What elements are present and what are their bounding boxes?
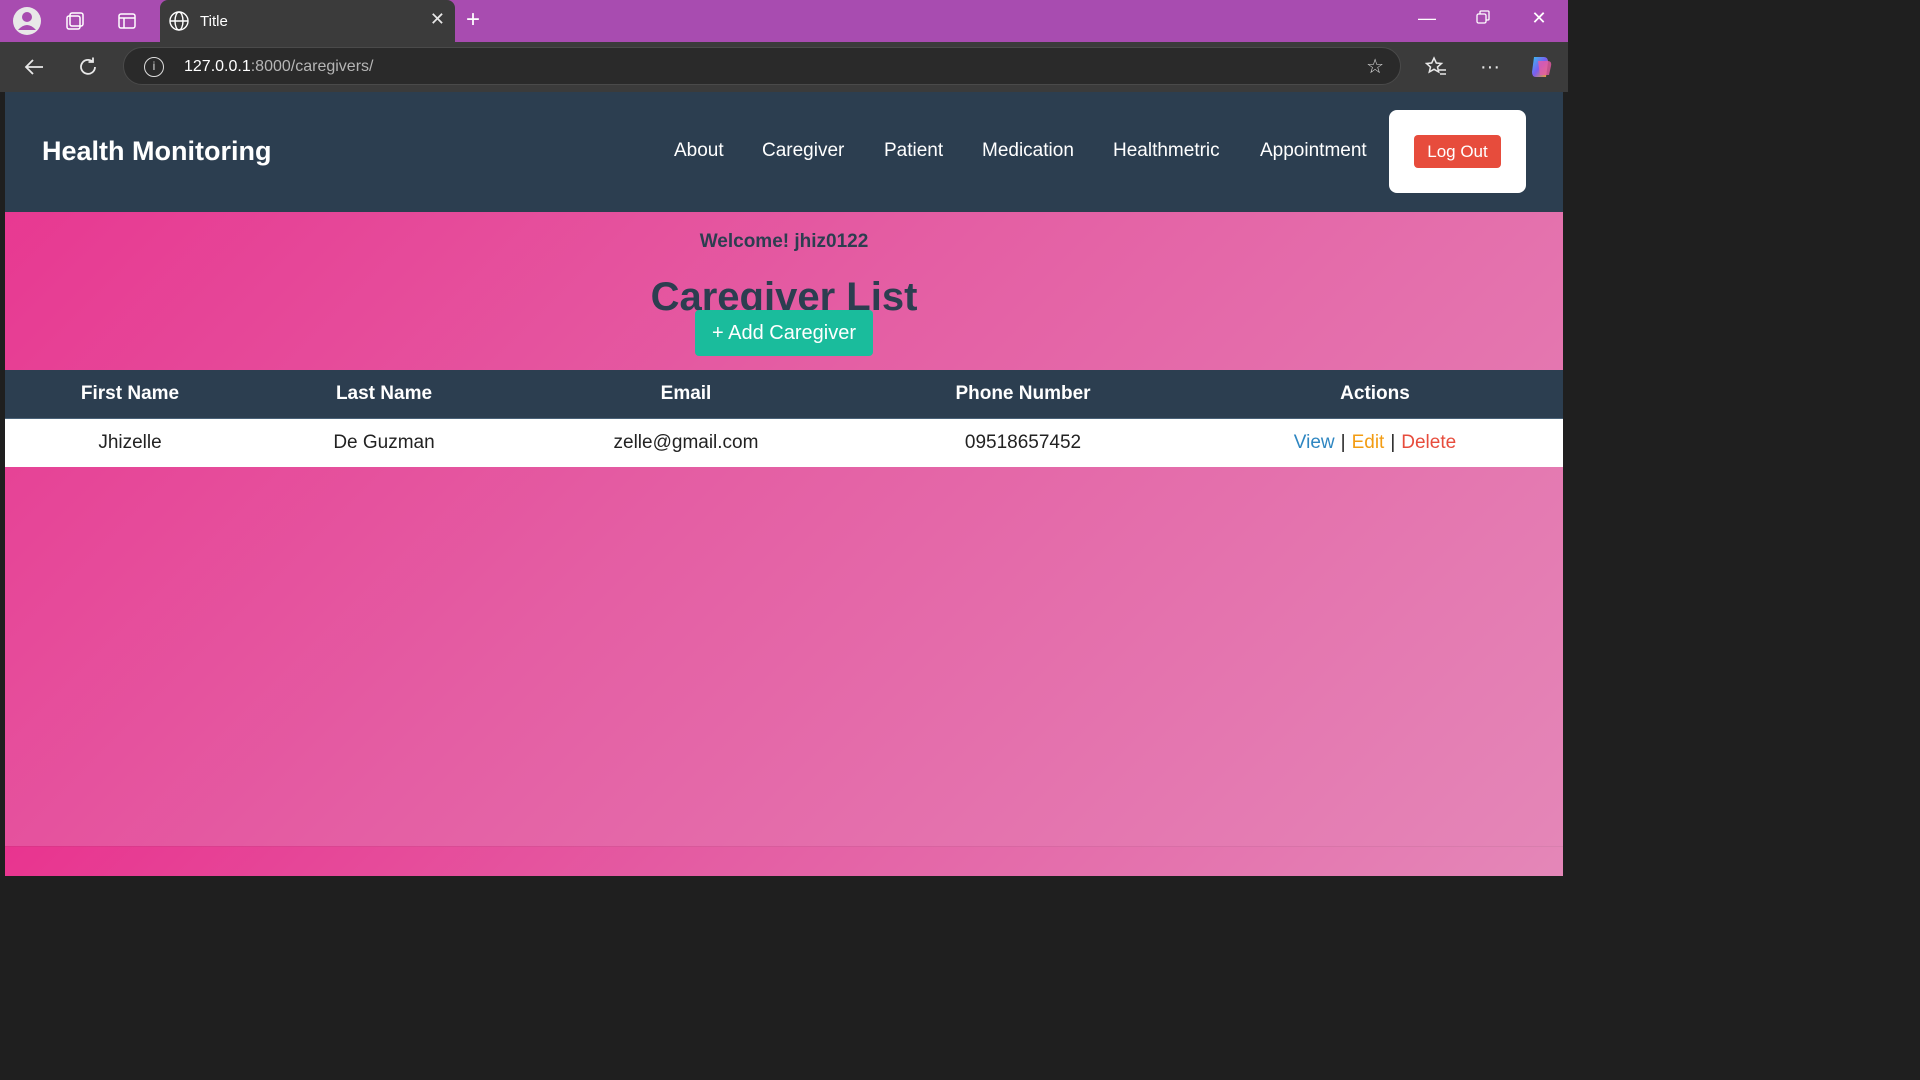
browser-tab[interactable]: Title ✕ — [160, 0, 455, 42]
action-separator: | — [1390, 432, 1396, 453]
tab-title: Title — [200, 13, 228, 30]
info-icon[interactable]: i — [144, 57, 164, 77]
header-actions: Actions — [1340, 383, 1410, 404]
nav-link-medication[interactable]: Medication — [982, 140, 1074, 162]
welcome-message: Welcome! jhiz0122 — [699, 231, 869, 252]
cell-first-name: Jhizelle — [98, 432, 162, 453]
cell-actions: View | Edit | Delete — [1187, 419, 1563, 467]
nav-link-about[interactable]: About — [674, 140, 724, 162]
reload-icon[interactable] — [73, 52, 103, 82]
url-host: 127.0.0.1 — [184, 58, 251, 75]
page-footer-strip — [5, 846, 1563, 876]
browser-titlebar: Title ✕ + — ✕ — [0, 0, 1568, 42]
header-email: Email — [660, 383, 712, 404]
logout-button[interactable]: Log Out — [1414, 135, 1501, 168]
header-first-name: First Name — [80, 383, 180, 404]
workspaces-icon[interactable] — [60, 6, 90, 36]
header-phone-number: Phone Number — [955, 383, 1091, 404]
url-text[interactable]: 127.0.0.1:8000/caregivers/ — [184, 58, 373, 76]
header-last-name: Last Name — [335, 383, 433, 404]
star-icon[interactable]: ☆ — [1366, 54, 1384, 79]
cell-email: zelle@gmail.com — [613, 432, 759, 453]
nav-link-healthmetric[interactable]: Healthmetric — [1113, 140, 1220, 162]
favorites-icon[interactable] — [1421, 52, 1451, 82]
action-separator: | — [1340, 432, 1346, 453]
site-navbar: Health Monitoring About Caregiver Patien… — [5, 92, 1563, 212]
delete-link[interactable]: Delete — [1401, 432, 1456, 454]
table-row: Jhizelle De Guzman zelle@gmail.com 09518… — [5, 419, 1563, 467]
nav-link-caregiver[interactable]: Caregiver — [762, 140, 844, 162]
close-tab-icon[interactable]: ✕ — [430, 9, 445, 30]
page-viewport: Health Monitoring About Caregiver Patien… — [5, 92, 1563, 876]
minimize-icon[interactable]: — — [1412, 8, 1442, 29]
address-bar[interactable]: i 127.0.0.1:8000/caregivers/ ☆ — [123, 47, 1401, 85]
add-caregiver-button[interactable]: + Add Caregiver — [695, 310, 873, 356]
cell-phone: 09518657452 — [964, 432, 1082, 453]
nav-link-appointment[interactable]: Appointment — [1260, 140, 1367, 162]
profile-icon[interactable] — [12, 6, 42, 36]
copilot-icon[interactable] — [1525, 52, 1555, 82]
nav-link-patient[interactable]: Patient — [884, 140, 943, 162]
back-arrow-icon[interactable] — [19, 52, 49, 82]
globe-icon — [168, 10, 190, 36]
view-link[interactable]: View — [1294, 432, 1335, 454]
edit-link[interactable]: Edit — [1352, 432, 1385, 454]
browser-toolbar: i 127.0.0.1:8000/caregivers/ ☆ ··· — [0, 42, 1568, 92]
new-tab-icon[interactable]: + — [466, 6, 480, 34]
tab-actions-icon[interactable] — [112, 6, 142, 36]
caregiver-table: First Name Last Name Email Phone Number … — [5, 370, 1563, 467]
cell-last-name: De Guzman — [333, 432, 435, 453]
restore-icon[interactable] — [1468, 8, 1498, 29]
more-icon[interactable]: ··· — [1475, 52, 1505, 82]
logout-container: Log Out — [1389, 110, 1526, 193]
nav-links: About Caregiver Patient Medication Healt… — [5, 140, 1563, 166]
close-window-icon[interactable]: ✕ — [1524, 8, 1554, 29]
table-header-row: First Name Last Name Email Phone Number … — [5, 370, 1563, 419]
url-path: :8000/caregivers/ — [250, 58, 374, 75]
